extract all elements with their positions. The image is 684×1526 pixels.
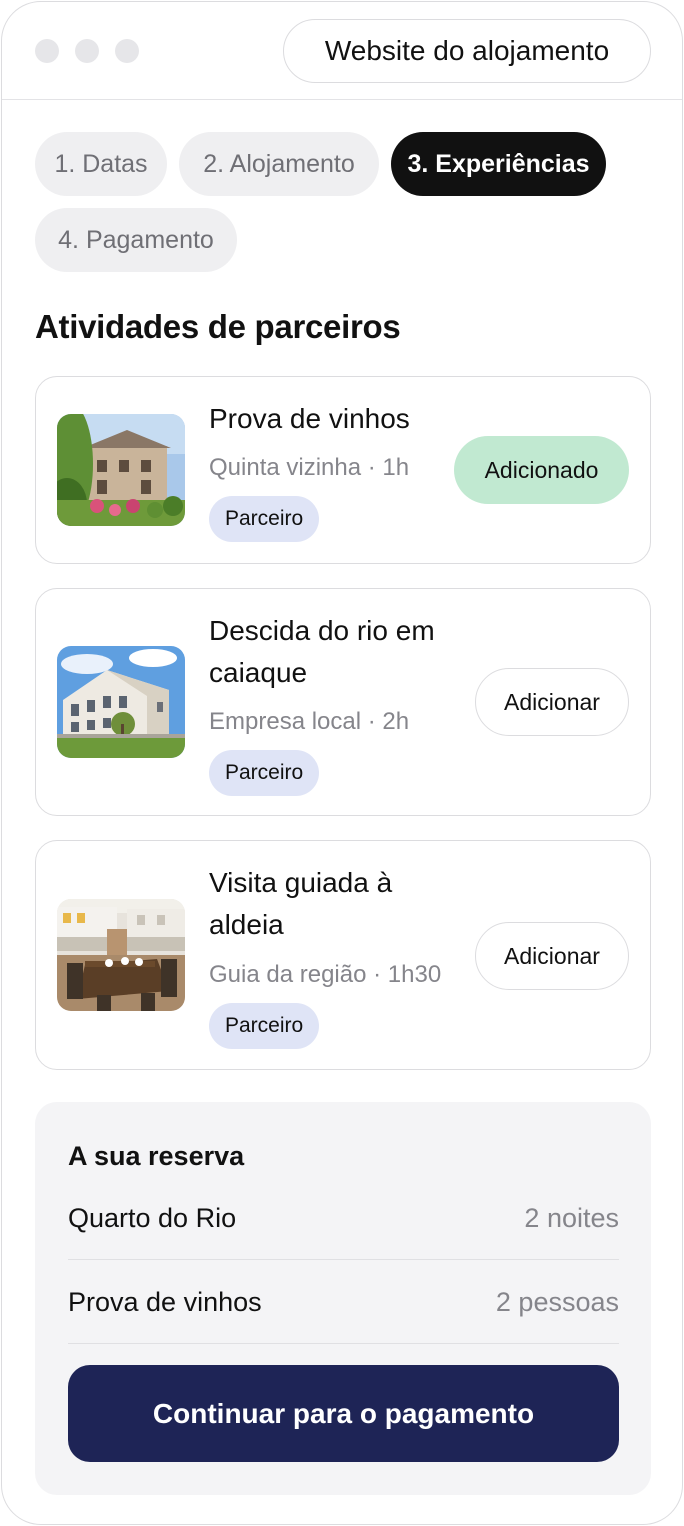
window-titlebar: Website do alojamento: [2, 2, 682, 100]
summary-row: Quarto do Rio 2 noites: [68, 1176, 619, 1260]
summary-title: A sua reserva: [68, 1141, 245, 1171]
activity-photo: [57, 414, 185, 526]
summary-row-label: Quarto do Rio: [68, 1203, 237, 1233]
add-button[interactable]: Adicionar: [475, 668, 629, 736]
browser-window: Website do alojamento 1. Datas 2. Alojam…: [1, 1, 683, 1525]
activity-card-wine-tasting: Prova de vinhos Quinta vizinha · 1h Parc…: [35, 376, 651, 564]
summary-row-value: 2 pessoas: [495, 1287, 619, 1317]
step-accommodation[interactable]: 2. Alojamento: [179, 132, 379, 196]
summary-row-label: Prova de vinhos: [68, 1287, 262, 1317]
activity-title: Visita guiada à aldeia: [209, 867, 393, 940]
activity-photo: [57, 646, 185, 758]
step-dates[interactable]: 1. Datas: [35, 132, 167, 196]
step-payment[interactable]: 4. Pagamento: [35, 208, 237, 272]
added-button[interactable]: Adicionado: [454, 436, 629, 504]
accommodation-website-button[interactable]: Website do alojamento: [283, 19, 651, 83]
step-experiences[interactable]: 3. Experiências: [391, 132, 606, 196]
activity-card-village-tour: Visita guiada à aldeia Guia da região · …: [35, 840, 651, 1070]
summary-row: Prova de vinhos 2 pessoas: [68, 1260, 619, 1344]
summary-row-value: 2 noites: [524, 1203, 619, 1233]
window-dot-icon: [115, 39, 139, 63]
partner-badge: Parceiro: [209, 750, 320, 796]
window-dot-icon: [75, 39, 99, 63]
activity-photo: [57, 899, 185, 1011]
activity-meta: Empresa local · 2h: [209, 708, 410, 735]
partner-badge: Parceiro: [209, 1003, 320, 1049]
section-title: Atividades de parceiros: [35, 308, 401, 345]
activity-meta: Quinta vizinha · 1h: [209, 454, 410, 481]
activity-title: Prova de vinhos: [209, 403, 410, 434]
activity-title: Descida do rio em caiaque: [209, 615, 435, 688]
activity-card-kayak: Descida do rio em caiaque Empresa local …: [35, 588, 651, 816]
activity-meta: Guia da região · 1h30: [209, 961, 442, 988]
add-button[interactable]: Adicionar: [475, 922, 629, 990]
continue-to-payment-button[interactable]: Continuar para o pagamento: [68, 1365, 619, 1462]
window-dot-icon: [35, 39, 59, 63]
partner-badge: Parceiro: [209, 496, 320, 542]
booking-summary: A sua reserva Quarto do Rio 2 noites Pro…: [35, 1102, 651, 1495]
